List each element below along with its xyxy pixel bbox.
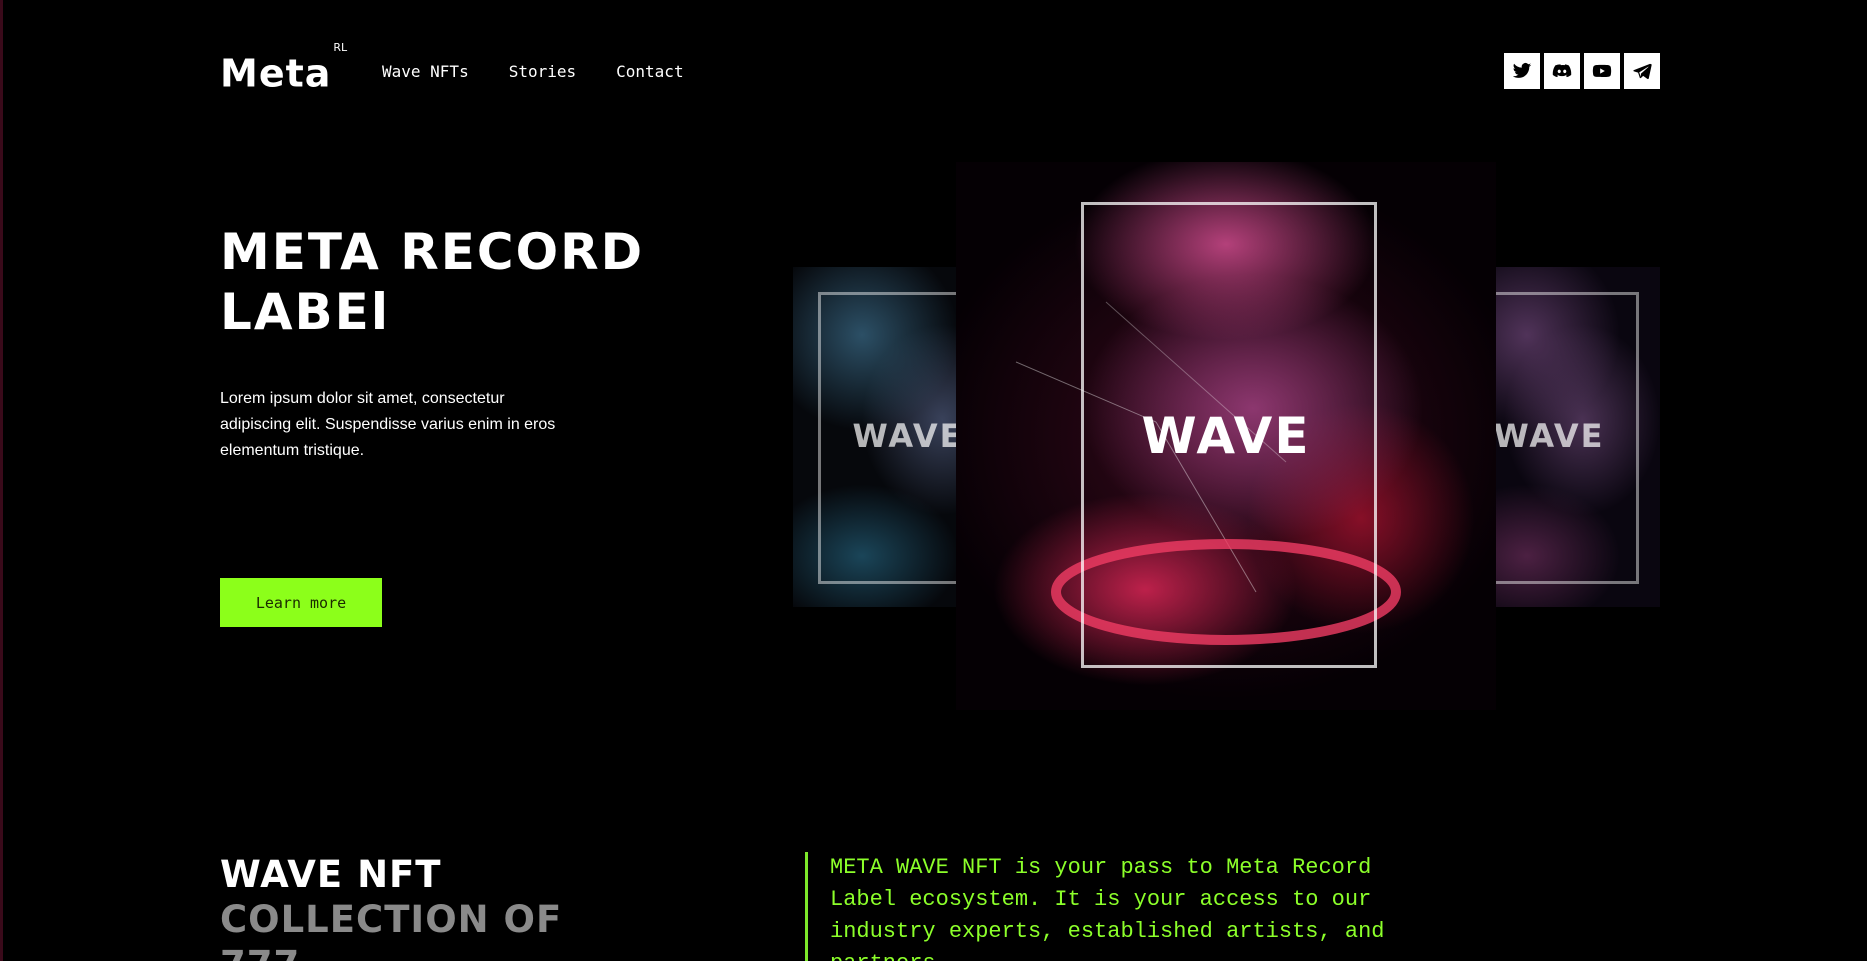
nft-card-center[interactable]: WAVE — [956, 162, 1496, 710]
page: MetaRL Wave NFTs Stories Contact META RE… — [0, 0, 1867, 961]
collection-heading-line3: 777 — [220, 942, 562, 961]
main-nav: Wave NFTs Stories Contact — [382, 62, 684, 81]
collection-about-text: META WAVE NFT is your pass to Meta Recor… — [830, 855, 1385, 961]
telegram-icon — [1633, 63, 1652, 80]
twitter-icon — [1512, 63, 1532, 78]
youtube-icon — [1592, 64, 1612, 78]
nav-contact[interactable]: Contact — [616, 62, 683, 81]
hero-title-line1: META RECORD — [220, 223, 645, 281]
nav-stories[interactable]: Stories — [509, 62, 576, 81]
twitter-button[interactable] — [1504, 53, 1540, 89]
logo-text: Meta — [220, 51, 332, 96]
collection-about: META WAVE NFT is your pass to Meta Recor… — [805, 852, 1385, 961]
hero-title: META RECORD LABEl — [220, 222, 700, 342]
telegram-button[interactable] — [1624, 53, 1660, 89]
nav-wave-nfts[interactable]: Wave NFTs — [382, 62, 469, 81]
site-header: MetaRL Wave NFTs Stories Contact — [220, 41, 1660, 96]
discord-button[interactable] — [1544, 53, 1580, 89]
logo-superscript: RL — [333, 41, 348, 54]
logo[interactable]: MetaRL — [220, 41, 347, 96]
youtube-button[interactable] — [1584, 53, 1620, 89]
learn-more-button[interactable]: Learn more — [220, 578, 382, 627]
card-label: WAVE — [1141, 407, 1311, 465]
hero-title-line2: LABEl — [220, 283, 390, 341]
discord-icon — [1552, 64, 1572, 78]
collection-heading: WAVE NFT COLLECTION OF 777 — [220, 852, 562, 961]
collection-heading-line2: COLLECTION OF — [220, 898, 563, 941]
collection-heading-line1: WAVE NFT — [220, 853, 442, 896]
hero-description: Lorem ipsum dolor sit amet, consectetur … — [220, 390, 556, 459]
nft-card-carousel: WAVE WAVE WAVE — [793, 162, 1660, 710]
social-links — [1504, 53, 1660, 89]
